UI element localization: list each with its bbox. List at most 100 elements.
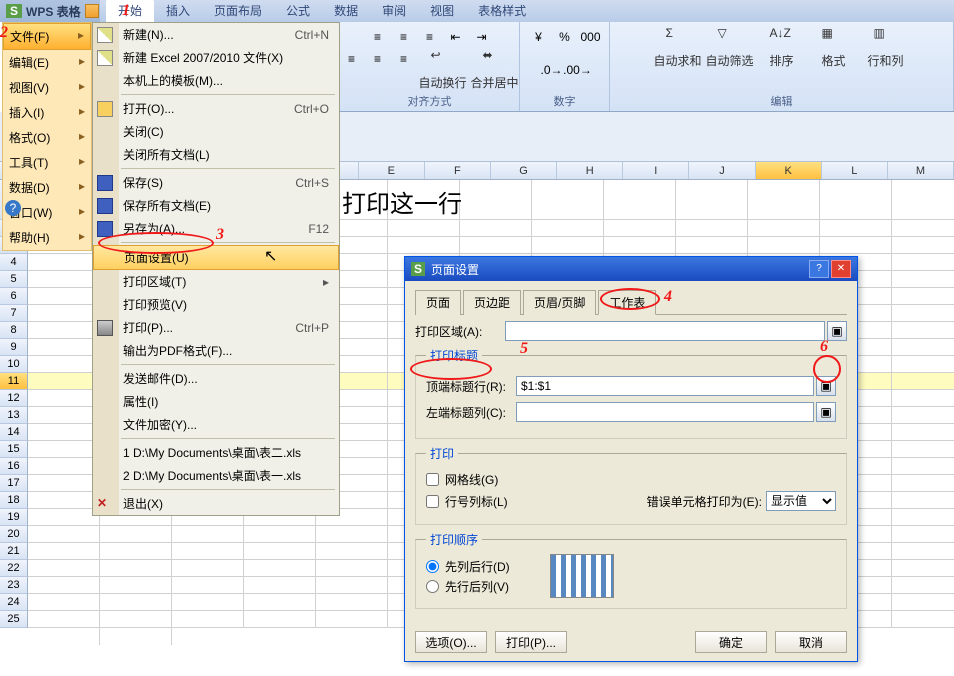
menu-help[interactable]: 帮助(H)▸ [3,225,91,250]
indent-dec-icon[interactable]: ⇤ [445,26,467,48]
file-menu-item[interactable]: 新建(N)...Ctrl+N [93,23,339,46]
comma-icon[interactable]: 000 [580,26,602,48]
top-title-row-input[interactable] [516,376,814,396]
row-header[interactable]: 16 [0,458,28,475]
column-header[interactable]: J [689,162,755,179]
row-header[interactable]: 14 [0,424,28,441]
row-header[interactable]: 5 [0,271,28,288]
tab-formula[interactable]: 公式 [274,0,322,22]
file-menu-item[interactable]: 文件加密(Y)... [93,413,339,436]
order-overdown-radio[interactable] [426,580,439,593]
row-header[interactable]: 24 [0,594,28,611]
valign-top-icon[interactable]: ≡ [341,48,363,70]
tab-review[interactable]: 审阅 [370,0,418,22]
left-title-col-input[interactable] [516,402,814,422]
file-menu-item[interactable]: 打开(O)...Ctrl+O [93,97,339,120]
inc-dec-icon[interactable]: .0→ [541,59,563,81]
top-title-row-picker-icon[interactable]: ▣ [816,376,836,396]
autofilter-button[interactable]: ▽自动筛选 [706,26,754,69]
file-menu-item[interactable]: ✕退出(X) [93,492,339,515]
indent-inc-icon[interactable]: ⇥ [471,26,493,48]
row-header[interactable]: 7 [0,305,28,322]
error-print-select[interactable]: 显示值 [766,491,836,511]
merge-center-button[interactable]: ⬌合并居中 [471,48,519,91]
column-header[interactable]: G [491,162,557,179]
menu-format[interactable]: 格式(O)▸ [3,125,91,150]
dlg-tab-margins[interactable]: 页边距 [463,290,521,315]
dialog-close-button[interactable]: ✕ [831,260,851,278]
column-header[interactable]: H [557,162,623,179]
autosum-button[interactable]: Σ自动求和 [654,26,702,69]
row-header[interactable]: 4 [0,254,28,271]
print-area-input[interactable] [505,321,825,341]
row-header[interactable]: 21 [0,543,28,560]
column-header[interactable]: K [756,162,822,179]
cancel-button[interactable]: 取消 [775,631,847,653]
align-center-icon[interactable]: ≡ [393,26,415,48]
align-right-icon[interactable]: ≡ [419,26,441,48]
row-header[interactable]: 15 [0,441,28,458]
menu-file[interactable]: 文件(F)▸ [3,23,91,50]
file-menu-item[interactable]: 1 D:\My Documents\桌面\表二.xls [93,441,339,464]
row-header[interactable]: 8 [0,322,28,339]
rowcol-button[interactable]: ▥行和列 [862,26,910,69]
row-header[interactable]: 13 [0,407,28,424]
dlg-tab-headerfooter[interactable]: 页眉/页脚 [523,290,596,315]
print-button[interactable]: 打印(P)... [495,631,567,653]
row-header[interactable]: 20 [0,526,28,543]
file-menu-item[interactable]: 打印(P)...Ctrl+P [93,316,339,339]
row-header[interactable]: 19 [0,509,28,526]
row-header[interactable]: 17 [0,475,28,492]
file-menu-item[interactable]: 打印区域(T)▸ [93,270,339,293]
row-header[interactable]: 9 [0,339,28,356]
column-header[interactable]: I [623,162,689,179]
format-button[interactable]: ▦格式 [810,26,858,69]
row-header[interactable]: 25 [0,611,28,628]
print-area-picker-icon[interactable]: ▣ [827,321,847,341]
file-menu-item[interactable]: 另存为(A)...F12 [93,217,339,240]
menu-view[interactable]: 视图(V)▸ [3,75,91,100]
tab-data[interactable]: 数据 [322,0,370,22]
file-menu-item[interactable]: 保存所有文档(E) [93,194,339,217]
column-header[interactable]: L [822,162,888,179]
gridlines-checkbox[interactable] [426,473,439,486]
file-menu-item[interactable]: 输出为PDF格式(F)... [93,339,339,362]
file-menu-item[interactable]: 关闭(C) [93,120,339,143]
quick-access-dropdown[interactable] [85,4,99,18]
ok-button[interactable]: 确定 [695,631,767,653]
align-left-icon[interactable]: ≡ [367,26,389,48]
file-menu-item[interactable]: 发送邮件(D)... [93,367,339,390]
currency-icon[interactable]: ¥ [528,26,550,48]
tab-start[interactable]: 开始 [106,0,154,22]
options-button[interactable]: 选项(O)... [415,631,487,653]
tab-pagelayout[interactable]: 页面布局 [202,0,274,22]
row-header[interactable]: 23 [0,577,28,594]
row-header[interactable]: 6 [0,288,28,305]
wrap-text-button[interactable]: ↩自动换行 [419,48,467,91]
valign-mid-icon[interactable]: ≡ [367,48,389,70]
row-header[interactable]: 12 [0,390,28,407]
dec-dec-icon[interactable]: .00→ [567,59,589,81]
sort-button[interactable]: A↓Z排序 [758,26,806,69]
tab-tablestyle[interactable]: 表格样式 [466,0,538,22]
file-menu-item[interactable]: 新建 Excel 2007/2010 文件(X) [93,46,339,69]
file-menu-item[interactable]: 属性(I) [93,390,339,413]
order-downover-radio[interactable] [426,560,439,573]
menu-insert[interactable]: 插入(I)▸ [3,100,91,125]
file-menu-item[interactable]: 2 D:\My Documents\桌面\表一.xls [93,464,339,487]
tab-insert[interactable]: 插入 [154,0,202,22]
row-header[interactable]: 10 [0,356,28,373]
row-header[interactable]: 11 [0,373,28,390]
file-menu-item[interactable]: 页面设置(U) [93,245,339,270]
menu-edit[interactable]: 编辑(E)▸ [3,50,91,75]
rowcolhead-checkbox[interactable] [426,495,439,508]
dlg-tab-sheet[interactable]: 工作表 [598,290,656,315]
percent-icon[interactable]: % [554,26,576,48]
valign-bot-icon[interactable]: ≡ [393,48,415,70]
file-menu-item[interactable]: 关闭所有文档(L) [93,143,339,166]
row-header[interactable]: 22 [0,560,28,577]
tab-view[interactable]: 视图 [418,0,466,22]
dlg-tab-page[interactable]: 页面 [415,290,461,315]
file-menu-item[interactable]: 保存(S)Ctrl+S [93,171,339,194]
column-header[interactable]: M [888,162,954,179]
